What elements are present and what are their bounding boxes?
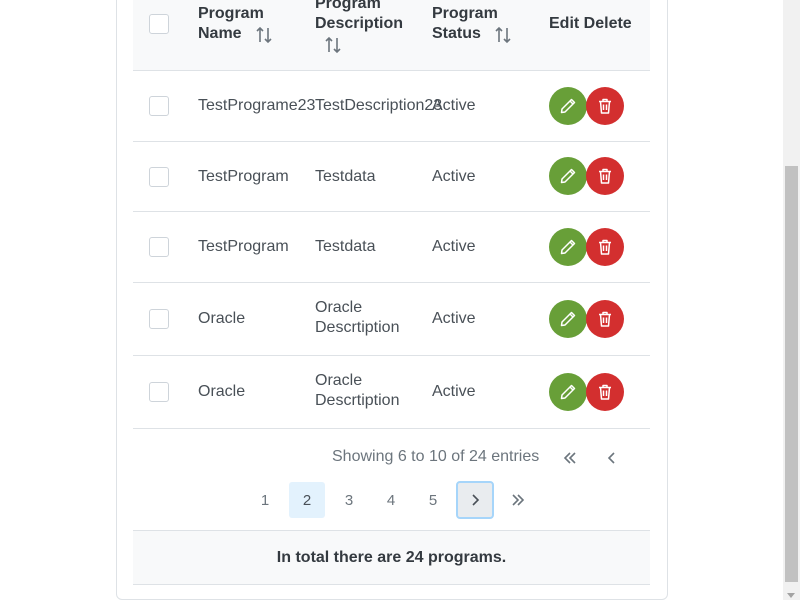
row-checkbox[interactable] — [149, 167, 169, 187]
program-status: Active — [432, 97, 476, 114]
trash-icon — [599, 384, 611, 400]
delete-button[interactable] — [586, 87, 624, 125]
header-status-line1: Program — [432, 5, 498, 22]
header-status-line2: Status — [432, 25, 481, 42]
column-header-program-description[interactable]: Program Description — [315, 0, 403, 34]
row-checkbox[interactable] — [149, 382, 169, 402]
header-desc-line1: Program — [315, 0, 381, 12]
edit-button[interactable] — [549, 87, 587, 125]
header-edit: Edit — [549, 15, 580, 32]
description-line2: Descrtiption — [315, 319, 400, 336]
page-button-1[interactable]: 1 — [247, 482, 283, 518]
vertical-scrollbar[interactable] — [783, 0, 800, 600]
trash-icon — [599, 311, 611, 327]
scroll-down-arrow-icon[interactable] — [787, 593, 795, 598]
pencil-icon — [560, 311, 576, 327]
table-row: TestProgram Testdata Active — [133, 142, 650, 212]
program-description: TestDescription23 — [315, 96, 442, 116]
column-header-program-status[interactable]: Program Status — [432, 4, 498, 44]
description-line1: Oracle — [315, 299, 363, 316]
prev-page-button[interactable] — [594, 440, 630, 476]
program-status: Active — [432, 383, 476, 400]
program-name: TestProgram — [198, 168, 289, 185]
table-row: Oracle Oracle Descrtiption Active — [133, 356, 650, 429]
page-button-4[interactable]: 4 — [373, 482, 409, 518]
column-header-program-name[interactable]: Program Name — [198, 4, 264, 44]
program-status: Active — [432, 310, 476, 327]
program-status: Active — [432, 168, 476, 185]
sort-alt-icon[interactable] — [494, 26, 512, 44]
pencil-icon — [560, 168, 576, 184]
page-button-3[interactable]: 3 — [331, 482, 367, 518]
row-checkbox[interactable] — [149, 237, 169, 257]
pencil-icon — [560, 384, 576, 400]
program-name: Oracle — [198, 310, 246, 327]
total-programs-summary: In total there are 24 programs. — [276, 548, 507, 566]
chevron-right-icon — [472, 494, 480, 506]
trash-icon — [599, 239, 611, 255]
program-description: Oracle Descrtiption — [315, 298, 399, 338]
program-name: Oracle — [198, 383, 246, 400]
program-name: TestProgram — [198, 238, 289, 255]
description-line1: TestDescription23 — [315, 97, 443, 114]
double-chevron-right-icon — [512, 494, 525, 506]
program-description: Testdata — [315, 237, 375, 257]
edit-button[interactable] — [549, 228, 587, 266]
program-status: Active — [432, 238, 476, 255]
header-name-line1: Program — [198, 5, 264, 22]
pencil-icon — [560, 239, 576, 255]
table-row: TestPrograme23 TestDescription23 Active — [133, 71, 650, 142]
scrollbar-thumb[interactable] — [785, 166, 798, 582]
header-name-line2: Name — [198, 25, 242, 42]
column-header-edit-delete: Edit Delete — [549, 14, 632, 34]
double-chevron-left-icon — [563, 452, 576, 464]
chevron-left-icon — [607, 452, 615, 464]
description-line1: Oracle — [315, 372, 363, 389]
page-button-2[interactable]: 2 — [289, 482, 325, 518]
edit-button[interactable] — [549, 373, 587, 411]
delete-button[interactable] — [586, 157, 624, 195]
row-checkbox[interactable] — [149, 309, 169, 329]
delete-button[interactable] — [586, 228, 624, 266]
edit-button[interactable] — [549, 300, 587, 338]
sort-alt-icon[interactable] — [324, 36, 342, 54]
table-row: Oracle Oracle Descrtiption Active — [133, 283, 650, 356]
trash-icon — [599, 168, 611, 184]
pagination-summary: Showing 6 to 10 of 24 entries — [332, 448, 540, 465]
program-description: Testdata — [315, 167, 375, 187]
sort-alt-icon[interactable] — [255, 26, 273, 44]
first-page-button[interactable] — [552, 440, 588, 476]
trash-icon — [599, 98, 611, 114]
table-row: TestProgram Testdata Active — [133, 212, 650, 283]
header-desc-line2: Description — [315, 15, 404, 32]
pencil-icon — [560, 98, 576, 114]
description-line1: Testdata — [315, 238, 376, 255]
header-delete: Delete — [583, 15, 632, 32]
row-checkbox[interactable] — [149, 96, 169, 116]
table-header: Program Name Program Description Program… — [133, 0, 650, 71]
next-page-button[interactable] — [456, 481, 494, 519]
edit-button[interactable] — [549, 157, 587, 195]
description-line2: Descrtiption — [315, 392, 400, 409]
page-button-5[interactable]: 5 — [415, 482, 451, 518]
delete-button[interactable] — [586, 373, 624, 411]
program-name: TestPrograme23 — [198, 97, 316, 114]
description-line1: Testdata — [315, 168, 376, 185]
delete-button[interactable] — [586, 300, 624, 338]
select-all-checkbox[interactable] — [149, 14, 169, 34]
program-description: Oracle Descrtiption — [315, 371, 399, 411]
last-page-button[interactable] — [500, 482, 536, 518]
table-footer: In total there are 24 programs. — [133, 530, 650, 585]
